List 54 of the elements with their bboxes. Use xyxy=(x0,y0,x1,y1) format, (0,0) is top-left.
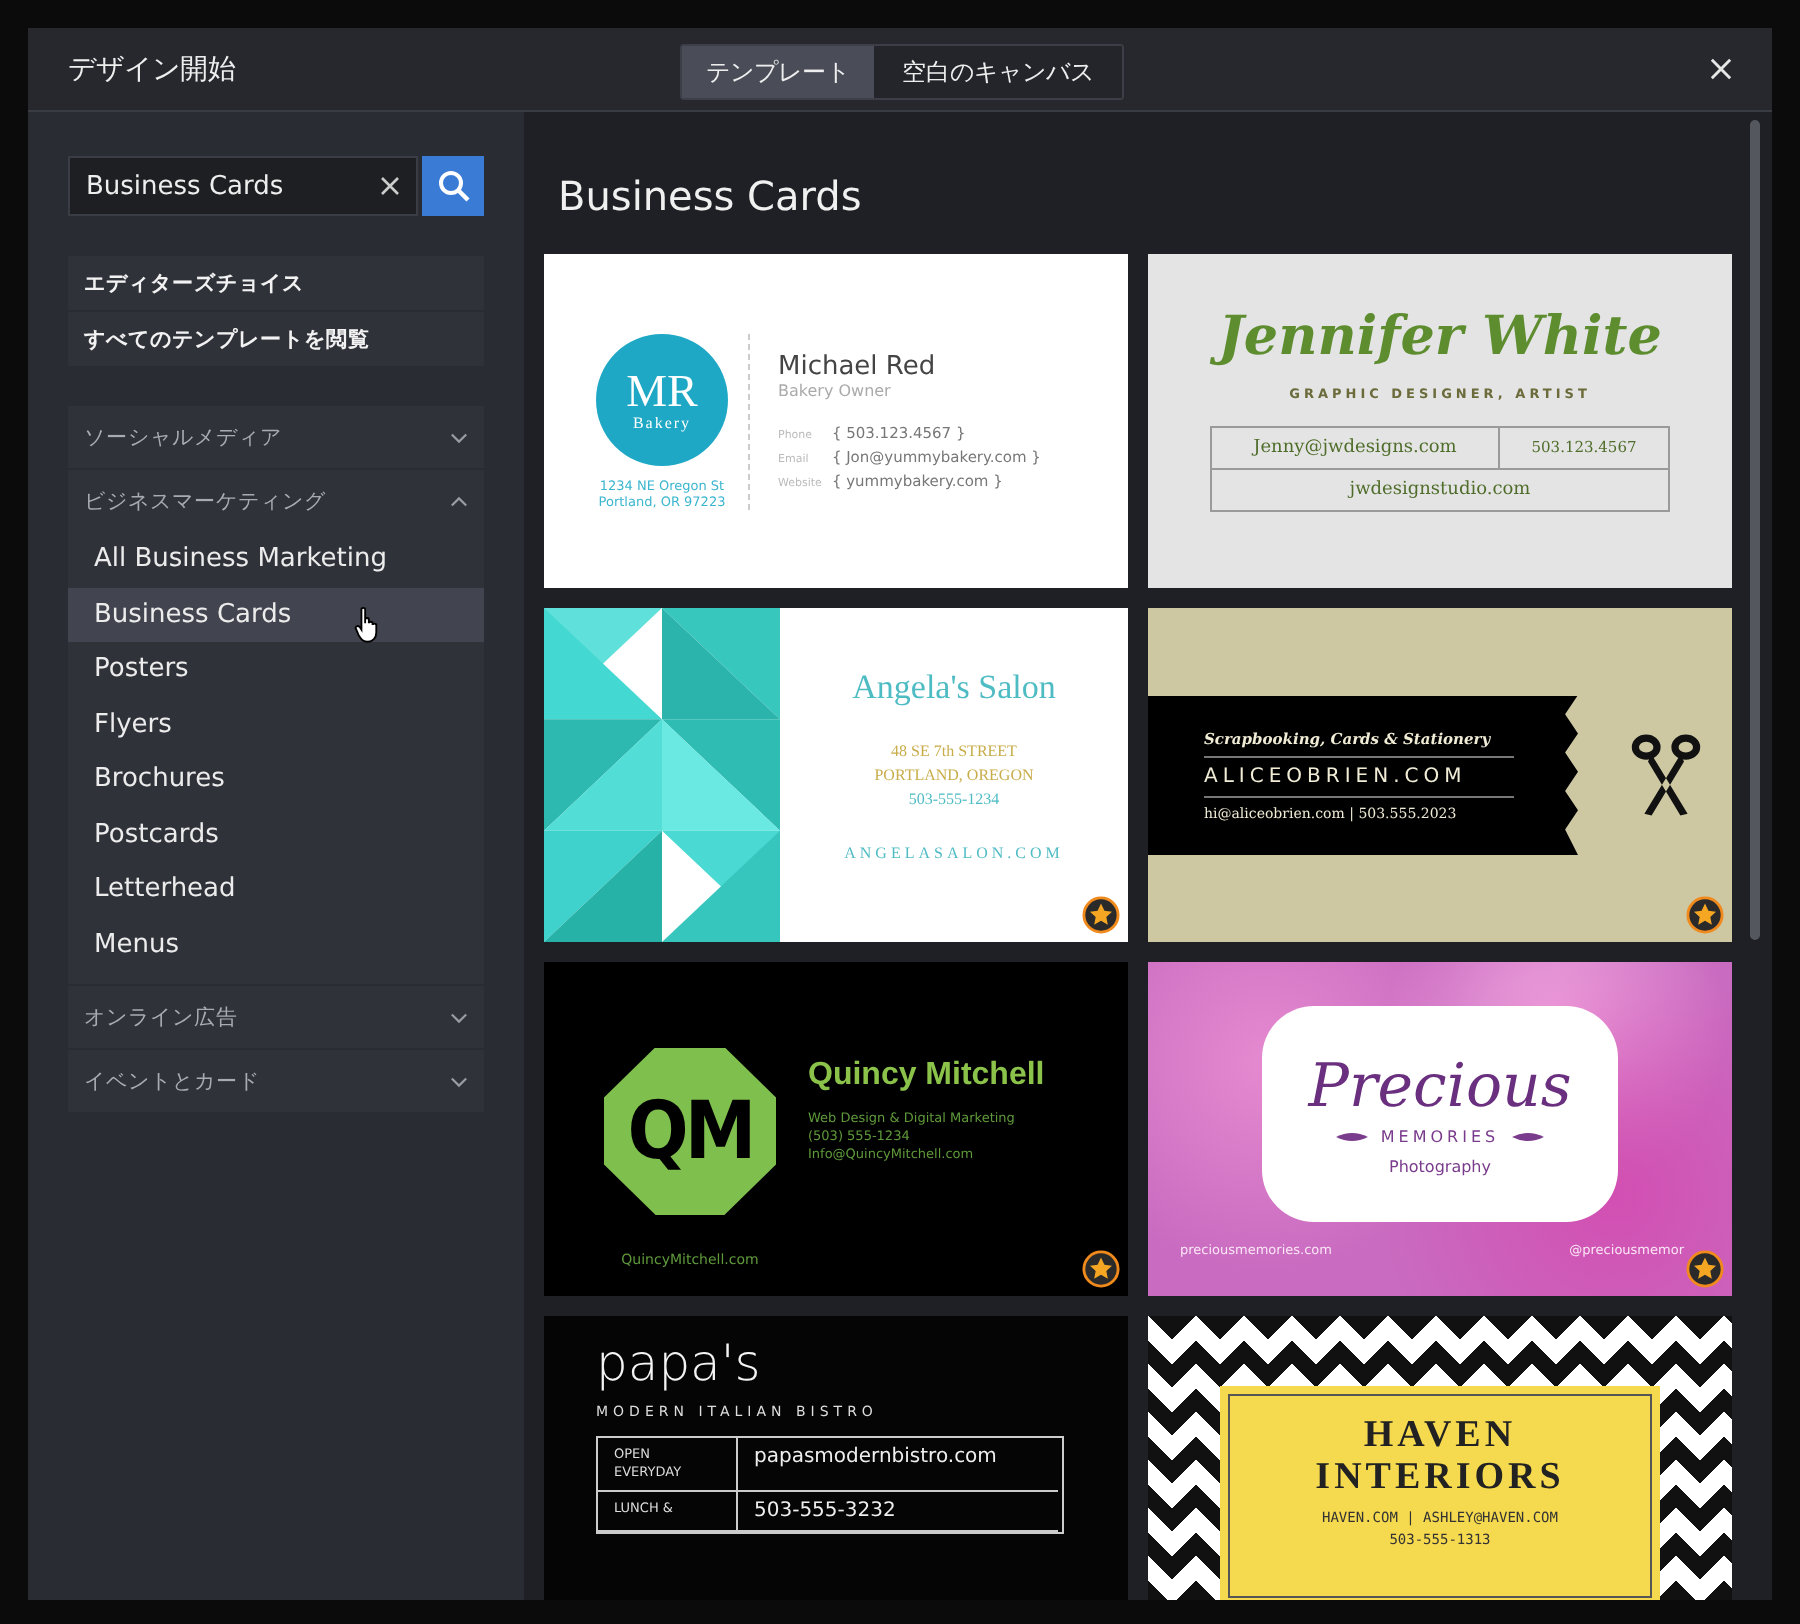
website-text: ALICEOBRIEN.COM xyxy=(1204,765,1514,797)
hand-cursor-icon xyxy=(354,605,380,643)
category-item[interactable]: Postcards xyxy=(68,807,484,862)
tagline-text: Photography xyxy=(1389,1157,1491,1175)
search-icon xyxy=(437,170,469,202)
dialog-title: デザイン開始 xyxy=(68,51,236,87)
tab[interactable]: テンプレート xyxy=(682,46,874,98)
website-text: ANGELASALON.COM xyxy=(844,844,1064,862)
sidebar-link[interactable]: エディターズチョイス xyxy=(68,256,484,310)
card-title: Precious xyxy=(1308,1053,1572,1119)
address-line: 48 SE 7th STREET xyxy=(891,740,1017,764)
scissors-icon xyxy=(1630,729,1702,821)
chevron-icon xyxy=(450,1011,468,1023)
category-item[interactable]: Business Cards xyxy=(68,587,484,642)
category-item[interactable]: All Business Marketing xyxy=(68,532,484,587)
contact-cell: Jenny@jwdesigns.com xyxy=(1212,428,1500,469)
scrollbar[interactable] xyxy=(1750,120,1760,940)
category-header[interactable]: ビジネスマーケティング xyxy=(68,470,484,532)
card-subtitle: MEMORIES xyxy=(1380,1127,1500,1145)
card-name: Michael Red xyxy=(778,352,938,382)
phone-text: 503-555-1234 xyxy=(908,788,1000,812)
address-line: PORTLAND, OREGON xyxy=(874,764,1034,788)
search-button[interactable] xyxy=(422,156,484,216)
logo-text: MR xyxy=(626,367,698,413)
category-header[interactable]: ソーシャルメディア xyxy=(68,406,484,468)
card-role: Bakery Owner xyxy=(778,382,893,400)
table-value: papasmodernbistro.com xyxy=(738,1437,1058,1491)
category-header[interactable]: イベントとカード xyxy=(68,1050,484,1112)
table-value: 503-555-3232 xyxy=(738,1491,1058,1531)
close-icon[interactable] xyxy=(1710,58,1732,80)
card-title: INTERIORS xyxy=(1315,1456,1565,1498)
chevron-icon xyxy=(450,495,468,507)
leaf-icon xyxy=(1336,1131,1369,1141)
contact-cell: jwdesignstudio.com xyxy=(1212,468,1668,511)
category-item[interactable]: Letterhead xyxy=(68,862,484,917)
section-heading: Business Cards xyxy=(558,172,864,224)
category-header[interactable]: オンライン広告 xyxy=(68,986,484,1048)
chevron-icon xyxy=(450,431,468,443)
chevron-icon xyxy=(450,1075,468,1087)
sidebar-link[interactable]: すべてのテンプレートを閲覧 xyxy=(68,312,484,366)
category-item[interactable]: Menus xyxy=(68,917,484,972)
card-name: Quincy Mitchell xyxy=(808,1058,1045,1094)
octagon-logo: QM xyxy=(604,1047,776,1215)
search-field[interactable]: Business Cards xyxy=(68,156,418,216)
card-title: HAVEN xyxy=(1363,1414,1517,1456)
category-item[interactable]: Posters xyxy=(68,642,484,697)
logo-subtitle: Bakery xyxy=(632,413,692,431)
card-name: papa's xyxy=(596,1336,763,1391)
category-item[interactable]: Flyers xyxy=(68,697,484,752)
card-name: Angela's Salon xyxy=(852,668,1056,708)
category-item[interactable]: Brochures xyxy=(68,752,484,807)
clear-icon[interactable] xyxy=(380,176,400,196)
leaf-icon xyxy=(1511,1131,1544,1141)
card-name: Jennifer White xyxy=(1206,302,1674,373)
